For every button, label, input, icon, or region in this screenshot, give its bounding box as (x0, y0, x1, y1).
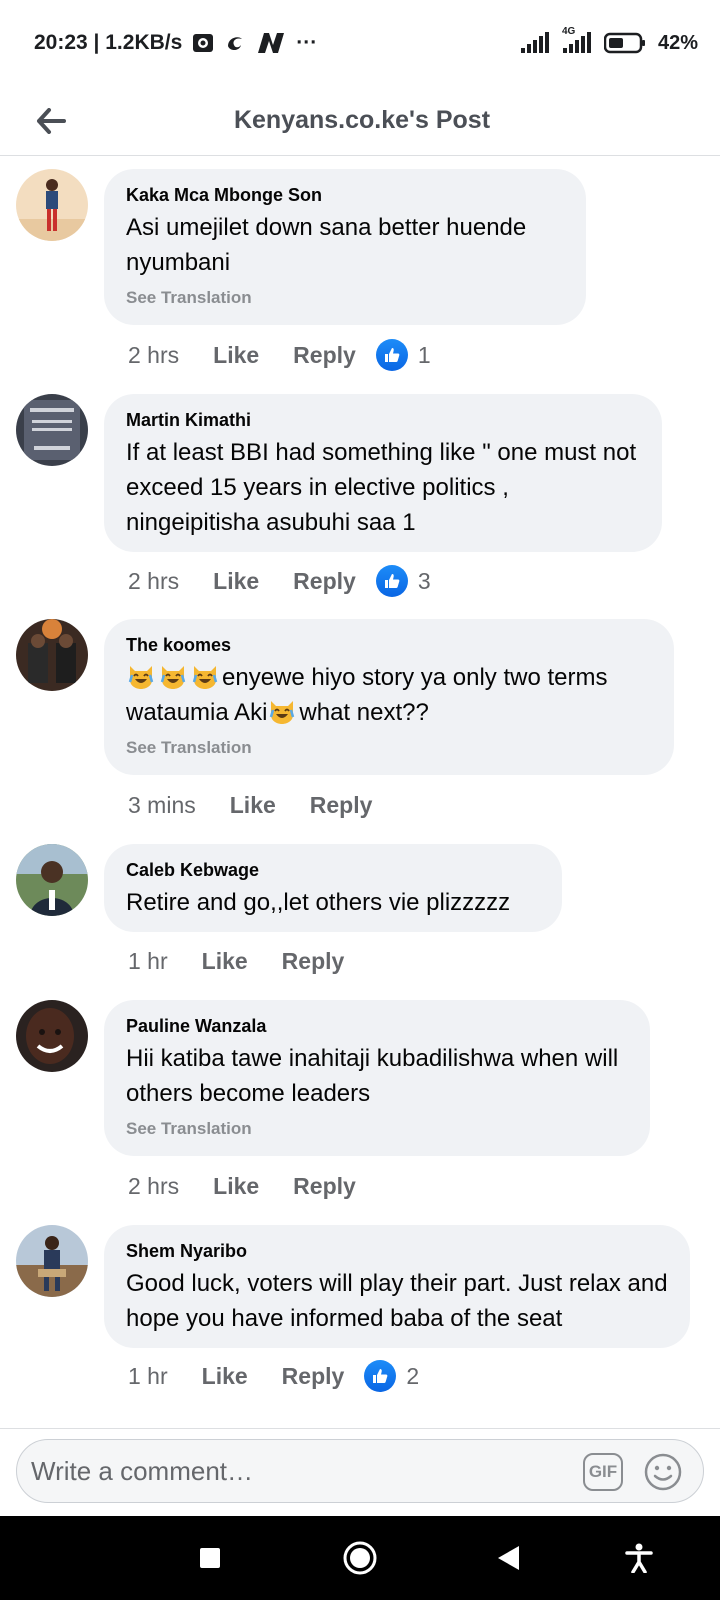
signal-icon (520, 32, 550, 54)
system-nav-bar (0, 1516, 720, 1600)
comment-actions: 2 hrs Like Reply (128, 1168, 376, 1204)
network-type-label: 4G (561, 26, 576, 37)
comment-bubble[interactable]: Kaka Mca Mbonge Son Asi umejilet down sa… (104, 169, 586, 325)
comment-text: enyewe hiyo story ya only two terms wata… (126, 660, 652, 730)
reaction-summary[interactable]: 1 (375, 339, 431, 371)
reply-button[interactable]: Reply (310, 792, 373, 819)
comments-list[interactable]: Kaka Mca Mbonge Son Asi umejilet down sa… (0, 157, 720, 1427)
comment-bubble[interactable]: Martin Kimathi If at least BBI had somet… (104, 394, 662, 552)
avatar[interactable] (16, 844, 88, 916)
comment-author[interactable]: Pauline Wanzala (126, 1016, 628, 1037)
like-reaction-icon (375, 339, 408, 371)
smiley-icon (644, 1453, 682, 1491)
avatar[interactable] (16, 619, 88, 691)
comment-time[interactable]: 1 hr (128, 948, 168, 975)
reaction-count: 1 (417, 341, 431, 368)
comment-time[interactable]: 3 mins (128, 792, 196, 819)
comment-actions: 3 mins Like Reply (128, 787, 392, 823)
comment-time[interactable]: 1 hr (128, 1363, 168, 1390)
like-reaction-icon (364, 1360, 397, 1392)
avatar[interactable] (16, 169, 88, 241)
status-more-dots: ··· (296, 31, 318, 54)
battery-percent: 42% (657, 31, 698, 54)
accessibility-icon (625, 1543, 653, 1573)
comment-author[interactable]: Martin Kimathi (126, 410, 640, 431)
avatar[interactable] (16, 1225, 88, 1297)
comment-text: Retire and go,,let others vie plizzzzz (126, 889, 511, 916)
comment-author[interactable]: The koomes (126, 635, 652, 656)
like-button[interactable]: Like (230, 792, 276, 819)
comment-bubble[interactable]: Shem Nyaribo Good luck, voters will play… (104, 1225, 690, 1348)
laughing-cat-emoji-icon (267, 695, 297, 725)
like-button[interactable]: Like (213, 568, 259, 595)
like-button[interactable]: Like (213, 342, 259, 369)
square-icon (200, 1548, 220, 1568)
laughing-cat-emoji-icon (126, 660, 156, 690)
comment-composer: Write a comment… GIF (0, 1428, 720, 1516)
page-title: Kenyans.co.ke's Post (233, 106, 491, 134)
comment-input-placeholder: Write a comment… (31, 1455, 254, 1486)
reply-button[interactable]: Reply (293, 1173, 356, 1200)
see-translation-link[interactable]: See Translation (126, 738, 652, 758)
gif-button[interactable]: GIF (583, 1453, 623, 1491)
back-button[interactable] (24, 94, 78, 148)
comment-actions: 1 hr Like Reply 2 (128, 1358, 419, 1394)
reply-button[interactable]: Reply (293, 568, 356, 595)
post-header: Kenyans.co.ke's Post (0, 86, 720, 156)
home-circle-icon (343, 1541, 377, 1575)
accessibility-button[interactable] (617, 1536, 661, 1580)
comment-time[interactable]: 2 hrs (128, 342, 179, 369)
like-reaction-icon (375, 565, 408, 597)
back-arrow-icon (37, 108, 66, 134)
avatar[interactable] (16, 394, 88, 466)
like-button[interactable]: Like (202, 948, 248, 975)
comment-text: Hii katiba tawe inahitaji kubadilishwa w… (126, 1045, 619, 1107)
reaction-count: 2 (406, 1362, 420, 1389)
back-triangle-icon (498, 1546, 519, 1570)
comment-time[interactable]: 2 hrs (128, 1173, 179, 1200)
reaction-count: 3 (417, 567, 431, 594)
comment-bubble[interactable]: Pauline Wanzala Hii katiba tawe inahitaj… (104, 1000, 650, 1156)
notification-swirl-icon (224, 32, 246, 54)
status-time-speed: 20:23 | 1.2KB/s (34, 31, 183, 54)
comment-text-part: what next?? (299, 699, 429, 726)
signal-4g-icon: 4G (562, 26, 592, 54)
comment-actions: 2 hrs Like Reply 3 (128, 563, 431, 599)
notification-app-icon (192, 33, 214, 53)
comment-author[interactable]: Shem Nyaribo (126, 1241, 668, 1262)
comment-bubble[interactable]: The koomes enyewe hiyo story ya only two… (104, 619, 674, 775)
see-translation-link[interactable]: See Translation (126, 1119, 628, 1139)
reaction-summary[interactable]: 2 (364, 1360, 419, 1392)
comment-author[interactable]: Kaka Mca Mbonge Son (126, 185, 564, 206)
reply-button[interactable]: Reply (282, 948, 345, 975)
comment-text: If at least BBI had something like " one… (126, 439, 637, 536)
comment-bubble[interactable]: Caleb Kebwage Retire and go,,let others … (104, 844, 562, 932)
comment-input[interactable]: Write a comment… GIF (16, 1439, 704, 1503)
laughing-cat-emoji-icon (190, 660, 220, 690)
recent-apps-button[interactable] (188, 1536, 232, 1580)
comment-actions: 2 hrs Like Reply 1 (128, 337, 431, 373)
like-button[interactable]: Like (202, 1363, 248, 1390)
notification-n-icon (256, 31, 286, 55)
reply-button[interactable]: Reply (282, 1363, 345, 1390)
reaction-summary[interactable]: 3 (375, 565, 431, 597)
comment-author[interactable]: Caleb Kebwage (126, 860, 540, 881)
comment-actions: 1 hr Like Reply (128, 943, 364, 979)
comment-text: Asi umejilet down sana better huende nyu… (126, 214, 527, 276)
battery-icon (603, 32, 646, 54)
comment-time[interactable]: 2 hrs (128, 568, 179, 595)
home-button[interactable] (338, 1536, 382, 1580)
emoji-button[interactable] (643, 1452, 683, 1492)
laughing-cat-emoji-icon (158, 660, 188, 690)
comment-text: Good luck, voters will play their part. … (126, 1270, 668, 1332)
like-button[interactable]: Like (213, 1173, 259, 1200)
see-translation-link[interactable]: See Translation (126, 288, 564, 308)
status-bar: 20:23 | 1.2KB/s ··· 4G 42% (0, 0, 720, 86)
reply-button[interactable]: Reply (293, 342, 356, 369)
back-nav-button[interactable] (486, 1536, 530, 1580)
avatar[interactable] (16, 1000, 88, 1072)
